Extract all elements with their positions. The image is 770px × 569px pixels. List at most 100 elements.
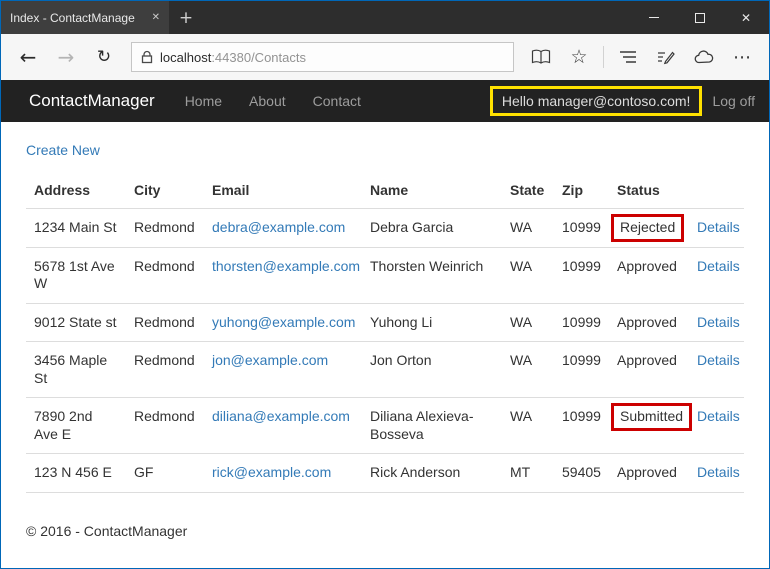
details-link[interactable]: Details: [697, 258, 740, 274]
new-tab-button[interactable]: +: [169, 1, 203, 34]
column-header-name: Name: [362, 172, 502, 209]
browser-tab[interactable]: Index - ContactManage ✕: [1, 1, 169, 34]
cell-zip: 59405: [554, 454, 609, 493]
cell-city: GF: [126, 454, 204, 493]
favorites-button[interactable]: ☆: [560, 38, 598, 76]
cell-zip: 10999: [554, 303, 609, 342]
cell-state: WA: [502, 303, 554, 342]
cell-email: diliana@example.com: [204, 398, 362, 454]
maximize-button[interactable]: [677, 1, 723, 34]
status-badge: Rejected: [611, 214, 684, 242]
more-button[interactable]: ⋯: [723, 38, 761, 76]
cell-state: WA: [502, 342, 554, 398]
page-footer: © 2016 - ContactManager: [26, 523, 744, 539]
column-header-zip: Zip: [554, 172, 609, 209]
cell-state: WA: [502, 398, 554, 454]
back-icon: ←: [20, 47, 37, 67]
minimize-button[interactable]: [631, 1, 677, 34]
url-path: :44380/Contacts: [211, 50, 306, 65]
table-row: 5678 1st Ave W Redmond thorsten@example.…: [26, 247, 744, 303]
refresh-icon: ↻: [97, 47, 111, 67]
cell-city: Redmond: [126, 247, 204, 303]
email-link[interactable]: thorsten@example.com: [212, 258, 360, 274]
cell-state: MT: [502, 454, 554, 493]
cell-status: Approved: [609, 454, 689, 493]
forward-icon: →: [58, 47, 75, 67]
column-header-status: Status: [609, 172, 689, 209]
cell-name: Thorsten Weinrich: [362, 247, 502, 303]
cell-name: Jon Orton: [362, 342, 502, 398]
user-greeting-link[interactable]: Hello manager@contoso.com!: [490, 86, 703, 116]
cell-email: thorsten@example.com: [204, 247, 362, 303]
hub-button[interactable]: [609, 38, 647, 76]
cell-status: Approved: [609, 303, 689, 342]
tab-title: Index - ContactManage: [10, 11, 144, 25]
browser-toolbar: ← → ↻ localhost:44380/Contacts ☆: [1, 34, 769, 80]
nav-link-about[interactable]: About: [249, 93, 286, 109]
forward-button[interactable]: →: [47, 38, 85, 76]
brand-link[interactable]: ContactManager: [29, 91, 155, 111]
address-bar[interactable]: localhost:44380/Contacts: [131, 42, 514, 72]
column-header-details: [689, 172, 744, 209]
details-link[interactable]: Details: [697, 352, 740, 368]
log-off-link[interactable]: Log off: [712, 93, 755, 109]
status-badge: Approved: [617, 258, 677, 276]
cell-name: Rick Anderson: [362, 454, 502, 493]
email-link[interactable]: jon@example.com: [212, 352, 328, 368]
cell-zip: 10999: [554, 342, 609, 398]
minimize-icon: [649, 17, 659, 18]
email-link[interactable]: rick@example.com: [212, 464, 331, 480]
status-badge: Approved: [617, 352, 677, 370]
cell-city: Redmond: [126, 303, 204, 342]
web-note-icon: [657, 49, 675, 65]
cell-email: jon@example.com: [204, 342, 362, 398]
cell-address: 123 N 456 E: [26, 454, 126, 493]
cell-status: Approved: [609, 247, 689, 303]
cell-details: Details: [689, 342, 744, 398]
cell-status: Submitted: [609, 398, 689, 454]
cell-details: Details: [689, 398, 744, 454]
cell-status: Approved: [609, 342, 689, 398]
browser-titlebar: Index - ContactManage ✕ + ✕: [1, 1, 769, 34]
app-navbar: ContactManager Home About Contact Hello …: [1, 80, 769, 122]
cell-address: 1234 Main St: [26, 209, 126, 248]
cell-address: 9012 State st: [26, 303, 126, 342]
web-note-button[interactable]: [647, 38, 685, 76]
tab-close-icon[interactable]: ✕: [152, 12, 160, 23]
cell-city: Redmond: [126, 398, 204, 454]
cell-zip: 10999: [554, 209, 609, 248]
cell-address: 5678 1st Ave W: [26, 247, 126, 303]
details-link[interactable]: Details: [697, 219, 740, 235]
create-new-link[interactable]: Create New: [26, 142, 100, 158]
back-button[interactable]: ←: [9, 38, 47, 76]
refresh-button[interactable]: ↻: [85, 38, 123, 76]
star-icon: ☆: [570, 46, 587, 68]
table-row: 3456 Maple St Redmond jon@example.com Jo…: [26, 342, 744, 398]
details-link[interactable]: Details: [697, 408, 740, 424]
cell-address: 3456 Maple St: [26, 342, 126, 398]
details-link[interactable]: Details: [697, 314, 740, 330]
contacts-table-header: Address City Email Name State Zip Status: [26, 172, 744, 209]
more-icon: ⋯: [733, 47, 751, 68]
email-link[interactable]: yuhong@example.com: [212, 314, 355, 330]
share-button[interactable]: [685, 38, 723, 76]
details-link[interactable]: Details: [697, 464, 740, 480]
contacts-table-body: 1234 Main St Redmond debra@example.com D…: [26, 209, 744, 493]
nav-link-home[interactable]: Home: [185, 93, 222, 109]
reading-view-button[interactable]: [522, 38, 560, 76]
nav-link-contact[interactable]: Contact: [313, 93, 361, 109]
cell-details: Details: [689, 303, 744, 342]
close-button[interactable]: ✕: [723, 1, 769, 34]
table-row: 9012 State st Redmond yuhong@example.com…: [26, 303, 744, 342]
contacts-table: Address City Email Name State Zip Status…: [26, 172, 744, 493]
cell-zip: 10999: [554, 247, 609, 303]
lock-icon: [141, 50, 153, 64]
cell-city: Redmond: [126, 342, 204, 398]
cell-details: Details: [689, 454, 744, 493]
column-header-state: State: [502, 172, 554, 209]
cell-details: Details: [689, 247, 744, 303]
cell-name: Diliana Alexieva-Bosseva: [362, 398, 502, 454]
email-link[interactable]: diliana@example.com: [212, 408, 350, 424]
url-host: localhost: [160, 50, 211, 65]
email-link[interactable]: debra@example.com: [212, 219, 345, 235]
